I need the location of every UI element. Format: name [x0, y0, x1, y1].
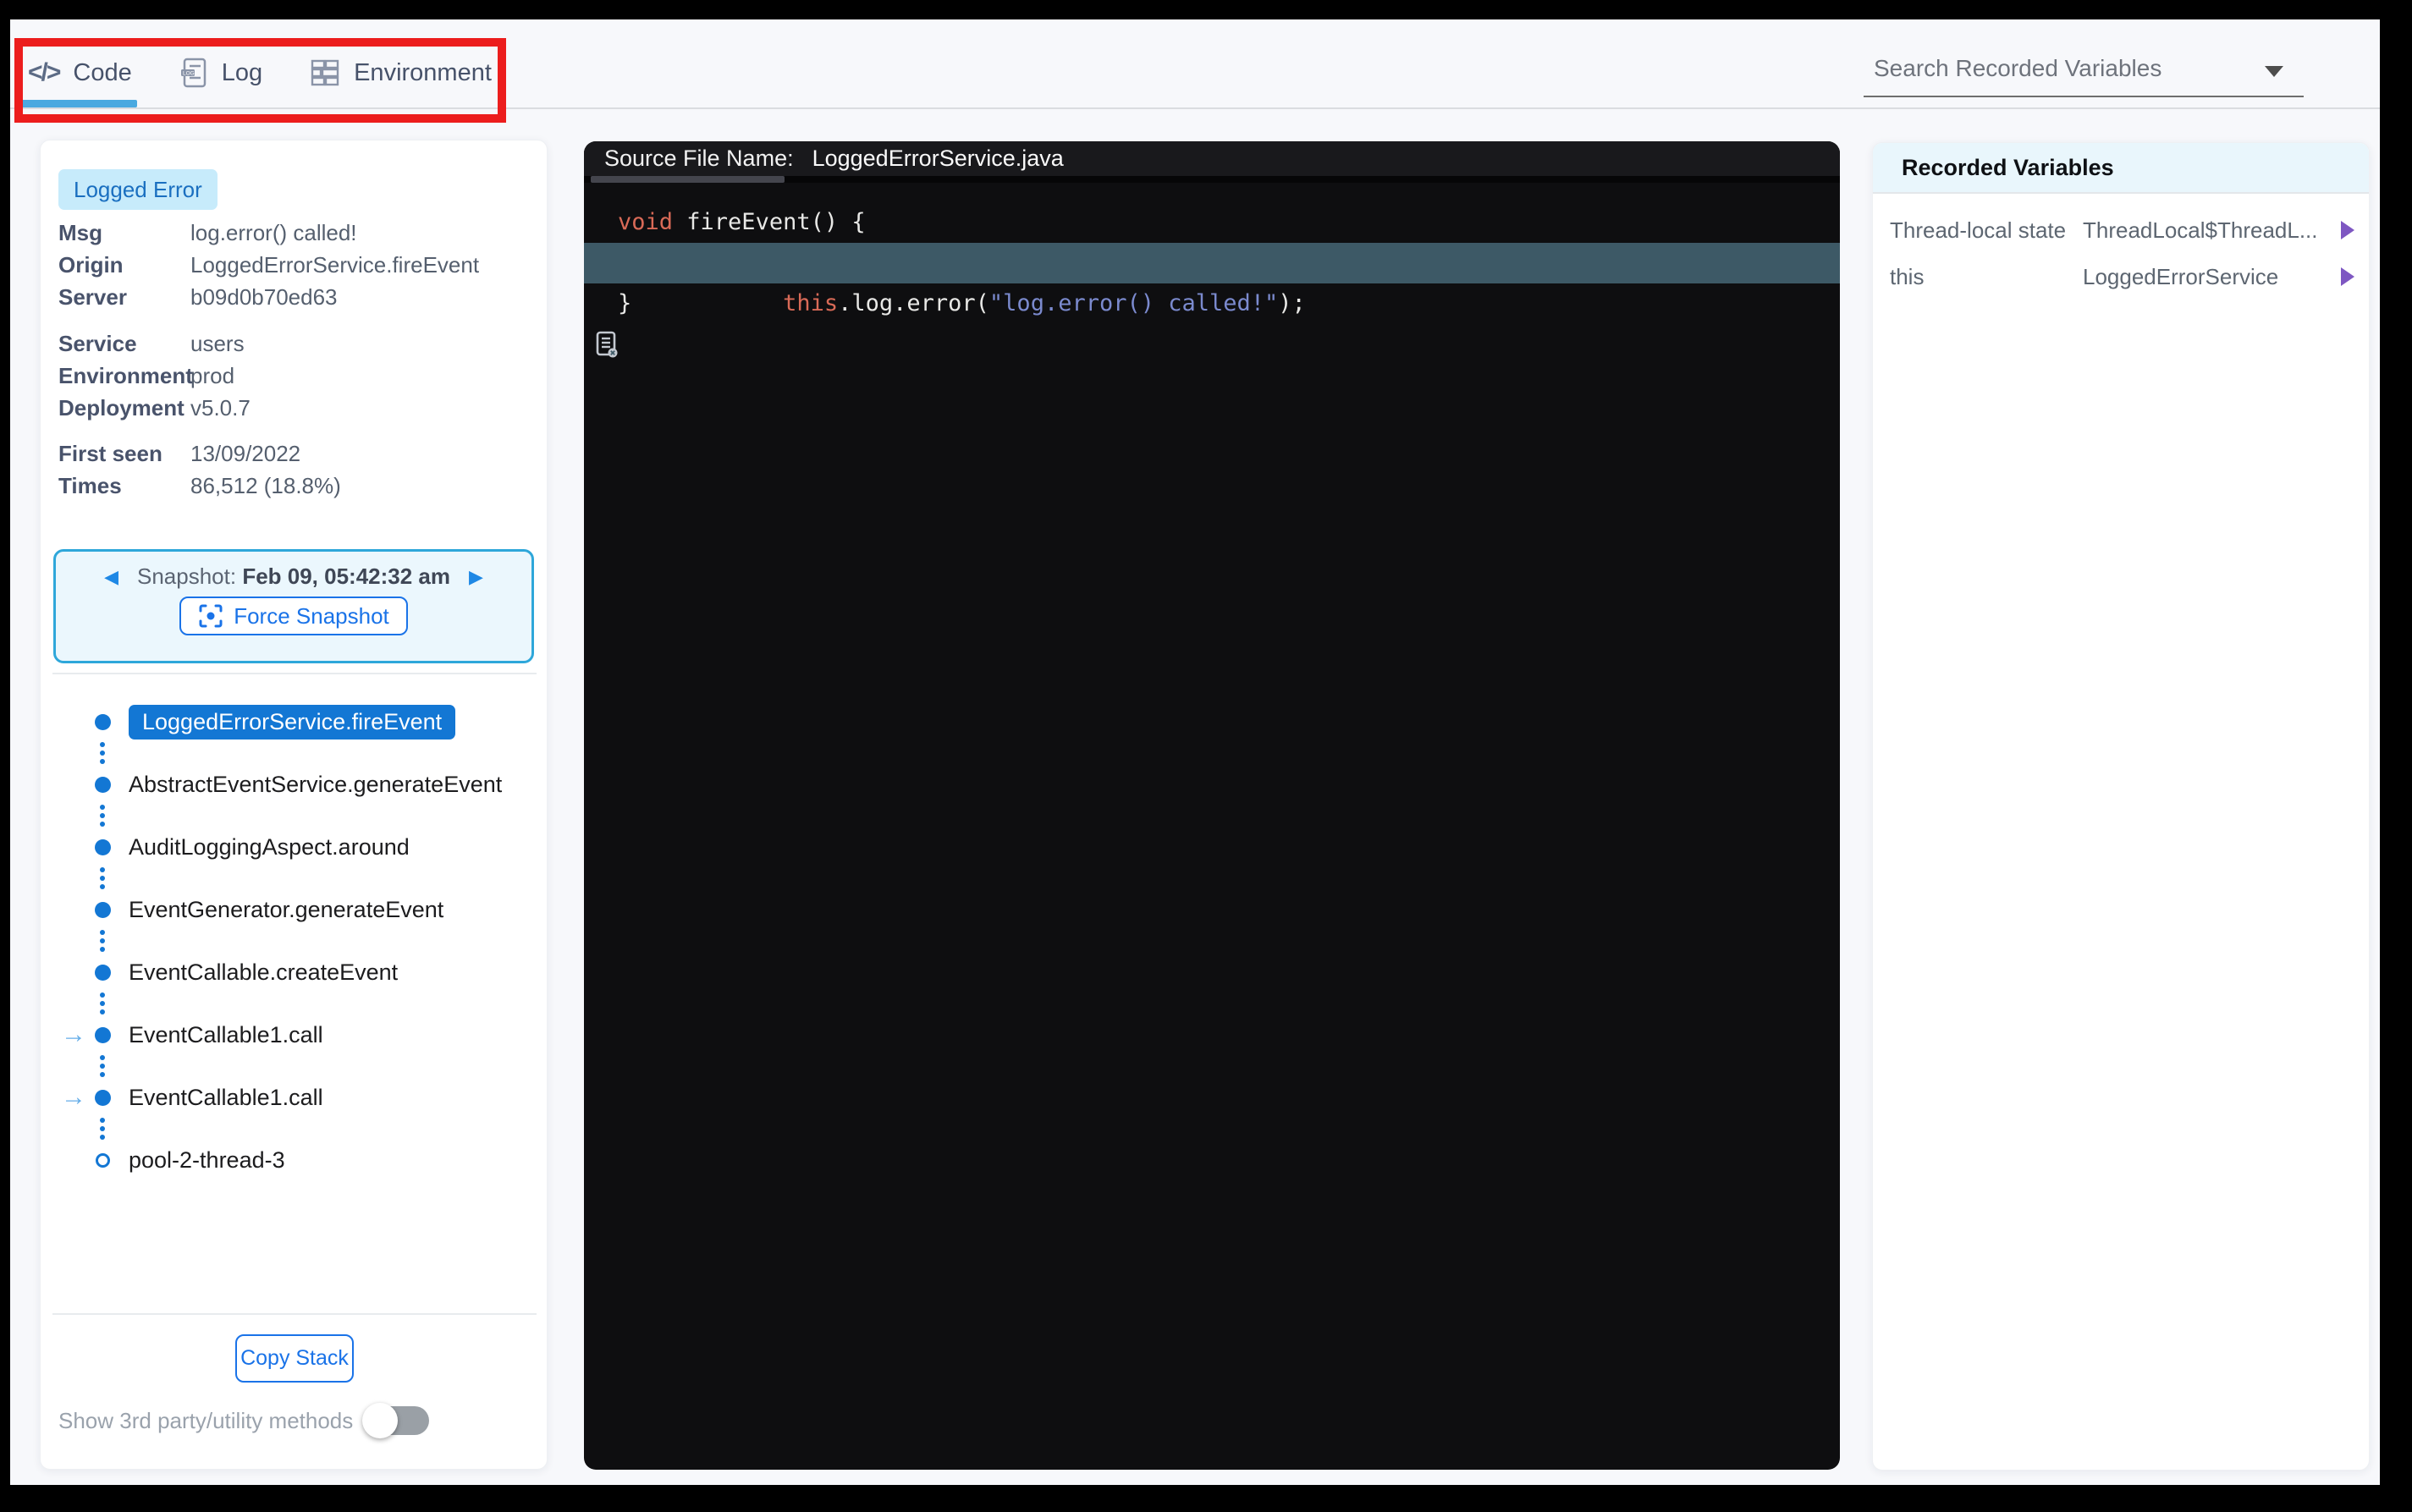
stack-frame[interactable]: AbstractEventService.generateEvent	[41, 766, 547, 803]
source-file-name-value: LoggedErrorService.java	[812, 146, 1064, 172]
variable-row[interactable]: this LoggedErrorService	[1873, 257, 2369, 296]
third-party-toggle-switch[interactable]	[365, 1406, 429, 1435]
stack-connector	[90, 928, 115, 954]
tab-code[interactable]: </> Code	[28, 58, 132, 87]
stack-frame[interactable]: EventGenerator.generateEvent	[41, 891, 547, 928]
third-party-toggle-label: Show 3rd party/utility methods	[58, 1408, 353, 1434]
detail-row-times: Times 86,512 (18.8%)	[58, 470, 529, 502]
stack-frame[interactable]: AuditLoggingAspect.around	[41, 828, 547, 866]
dropdown-caret-icon	[2265, 66, 2283, 77]
expand-arrow-icon[interactable]	[2341, 267, 2354, 286]
editor-header-strip	[584, 176, 1840, 183]
stack-frame[interactable]: → EventCallable1.call	[41, 1016, 547, 1053]
thread-dot-icon	[96, 1153, 110, 1168]
stack-connector	[90, 866, 115, 891]
stack-connector	[90, 991, 115, 1016]
detail-row-service: Service users	[58, 327, 529, 360]
svg-text:LOG: LOG	[183, 71, 195, 77]
stack-frame[interactable]: LoggedErrorService.fireEvent	[41, 703, 547, 740]
stack-frame[interactable]: EventCallable.createEvent	[41, 954, 547, 991]
variable-row[interactable]: Thread-local state ThreadLocal$ThreadL..…	[1873, 211, 2369, 250]
frame-dot-icon	[95, 1090, 111, 1106]
tab-environment[interactable]: Environment	[310, 58, 492, 88]
force-snapshot-label: Force Snapshot	[234, 603, 389, 630]
stack-frame-label-selected[interactable]: LoggedErrorService.fireEvent	[129, 705, 455, 740]
stack-thread-row[interactable]: pool-2-thread-3	[41, 1141, 547, 1179]
editor-header: Source File Name: LoggedErrorService.jav…	[584, 141, 1840, 176]
detail-row-origin: Origin LoggedErrorService.fireEvent	[58, 249, 529, 281]
code-view: void fireEvent() { this.log.error("log.e…	[584, 183, 1840, 324]
error-details-panel: Logged Error Msg log.error() called! Ori…	[40, 140, 548, 1470]
search-placeholder: Search Recorded Variables	[1874, 55, 2161, 82]
log-document-icon: LOG	[179, 57, 208, 89]
recorded-variables-title: Recorded Variables	[1902, 155, 2114, 181]
stack-trace-list: LoggedErrorService.fireEvent AbstractEve…	[41, 703, 547, 1179]
detail-row-deployment: Deployment v5.0.7	[58, 392, 529, 424]
stack-connector	[90, 803, 115, 828]
code-line-highlighted[interactable]: this.log.error("log.error() called!");	[584, 243, 1840, 283]
frame-dot-icon	[95, 777, 111, 793]
tab-log-label: Log	[222, 59, 262, 87]
snapshot-navigator: ◀ Snapshot: Feb 09, 05:42:32 am ▶ Force …	[53, 549, 534, 663]
detail-row-first-seen: First seen 13/09/2022	[58, 437, 529, 470]
copy-stack-button[interactable]: Copy Stack	[235, 1334, 354, 1383]
logged-error-badge: Logged Error	[58, 169, 218, 210]
snapshot-prev-button[interactable]: ◀	[104, 568, 118, 586]
stack-frame-label[interactable]: EventCallable.createEvent	[129, 959, 398, 986]
stack-connector	[90, 740, 115, 766]
snapshot-next-button[interactable]: ▶	[469, 568, 483, 586]
section-divider	[52, 673, 537, 674]
variable-name: this	[1890, 264, 1924, 290]
frame-dot-icon	[95, 965, 111, 981]
tab-environment-label: Environment	[354, 59, 492, 87]
editor-tab-indicator	[591, 176, 785, 183]
app-window: </> Code LOG Log	[10, 19, 2380, 1485]
stack-frame-label[interactable]: EventCallable1.call	[129, 1022, 323, 1048]
logpoint-document-icon[interactable]	[596, 250, 734, 439]
search-recorded-variables-select[interactable]: Search Recorded Variables	[1864, 43, 2304, 97]
tab-bar: </> Code LOG Log	[28, 45, 492, 101]
current-frame-arrow-icon: →	[61, 1085, 90, 1110]
topbar-divider	[10, 107, 2380, 109]
stack-frame-label[interactable]: EventGenerator.generateEvent	[129, 897, 443, 923]
code-brackets-icon: </>	[28, 58, 59, 87]
code-editor-panel: Source File Name: LoggedErrorService.jav…	[584, 141, 1840, 1470]
force-snapshot-button[interactable]: Force Snapshot	[179, 597, 408, 635]
stack-connector	[90, 1053, 115, 1079]
variable-name: Thread-local state	[1890, 217, 2066, 244]
third-party-toggle-row: Show 3rd party/utility methods	[58, 1399, 529, 1442]
stack-frame-label[interactable]: AbstractEventService.generateEvent	[129, 772, 502, 798]
source-file-name-label: Source File Name:	[604, 146, 794, 172]
detail-row-server: Server b09d0b70ed63	[58, 281, 529, 313]
code-line: void fireEvent() {	[584, 202, 1840, 243]
variable-value: LoggedErrorService	[2083, 264, 2278, 290]
recorded-variables-header: Recorded Variables	[1873, 143, 2369, 194]
toggle-knob	[362, 1403, 398, 1438]
detail-row-msg: Msg log.error() called!	[58, 217, 529, 249]
environment-grid-icon	[310, 58, 340, 88]
variable-value: ThreadLocal$ThreadL...	[2083, 217, 2318, 244]
stack-frame-label[interactable]: AuditLoggingAspect.around	[129, 834, 410, 860]
detail-row-environment: Environment prod	[58, 360, 529, 392]
error-metadata: Msg log.error() called! Origin LoggedErr…	[58, 217, 529, 502]
frame-dot-icon	[95, 839, 111, 855]
tab-log[interactable]: LOG Log	[179, 57, 262, 89]
section-divider	[52, 1313, 537, 1315]
tab-code-label: Code	[73, 59, 131, 87]
expand-arrow-icon[interactable]	[2341, 221, 2354, 239]
current-frame-arrow-icon: →	[61, 1022, 90, 1047]
recorded-variables-panel: Recorded Variables Thread-local state Th…	[1872, 142, 2370, 1471]
frame-dot-icon	[95, 902, 111, 918]
stack-frame-label[interactable]: EventCallable1.call	[129, 1085, 323, 1111]
frame-dot-icon	[95, 714, 111, 730]
snapshot-timestamp: Snapshot: Feb 09, 05:42:32 am	[137, 564, 450, 590]
force-snapshot-icon	[198, 603, 223, 629]
stack-frame[interactable]: → EventCallable1.call	[41, 1079, 547, 1116]
stack-connector	[90, 1116, 115, 1141]
thread-name-label[interactable]: pool-2-thread-3	[129, 1147, 285, 1174]
active-tab-underline	[19, 100, 137, 107]
frame-dot-icon	[95, 1027, 111, 1043]
